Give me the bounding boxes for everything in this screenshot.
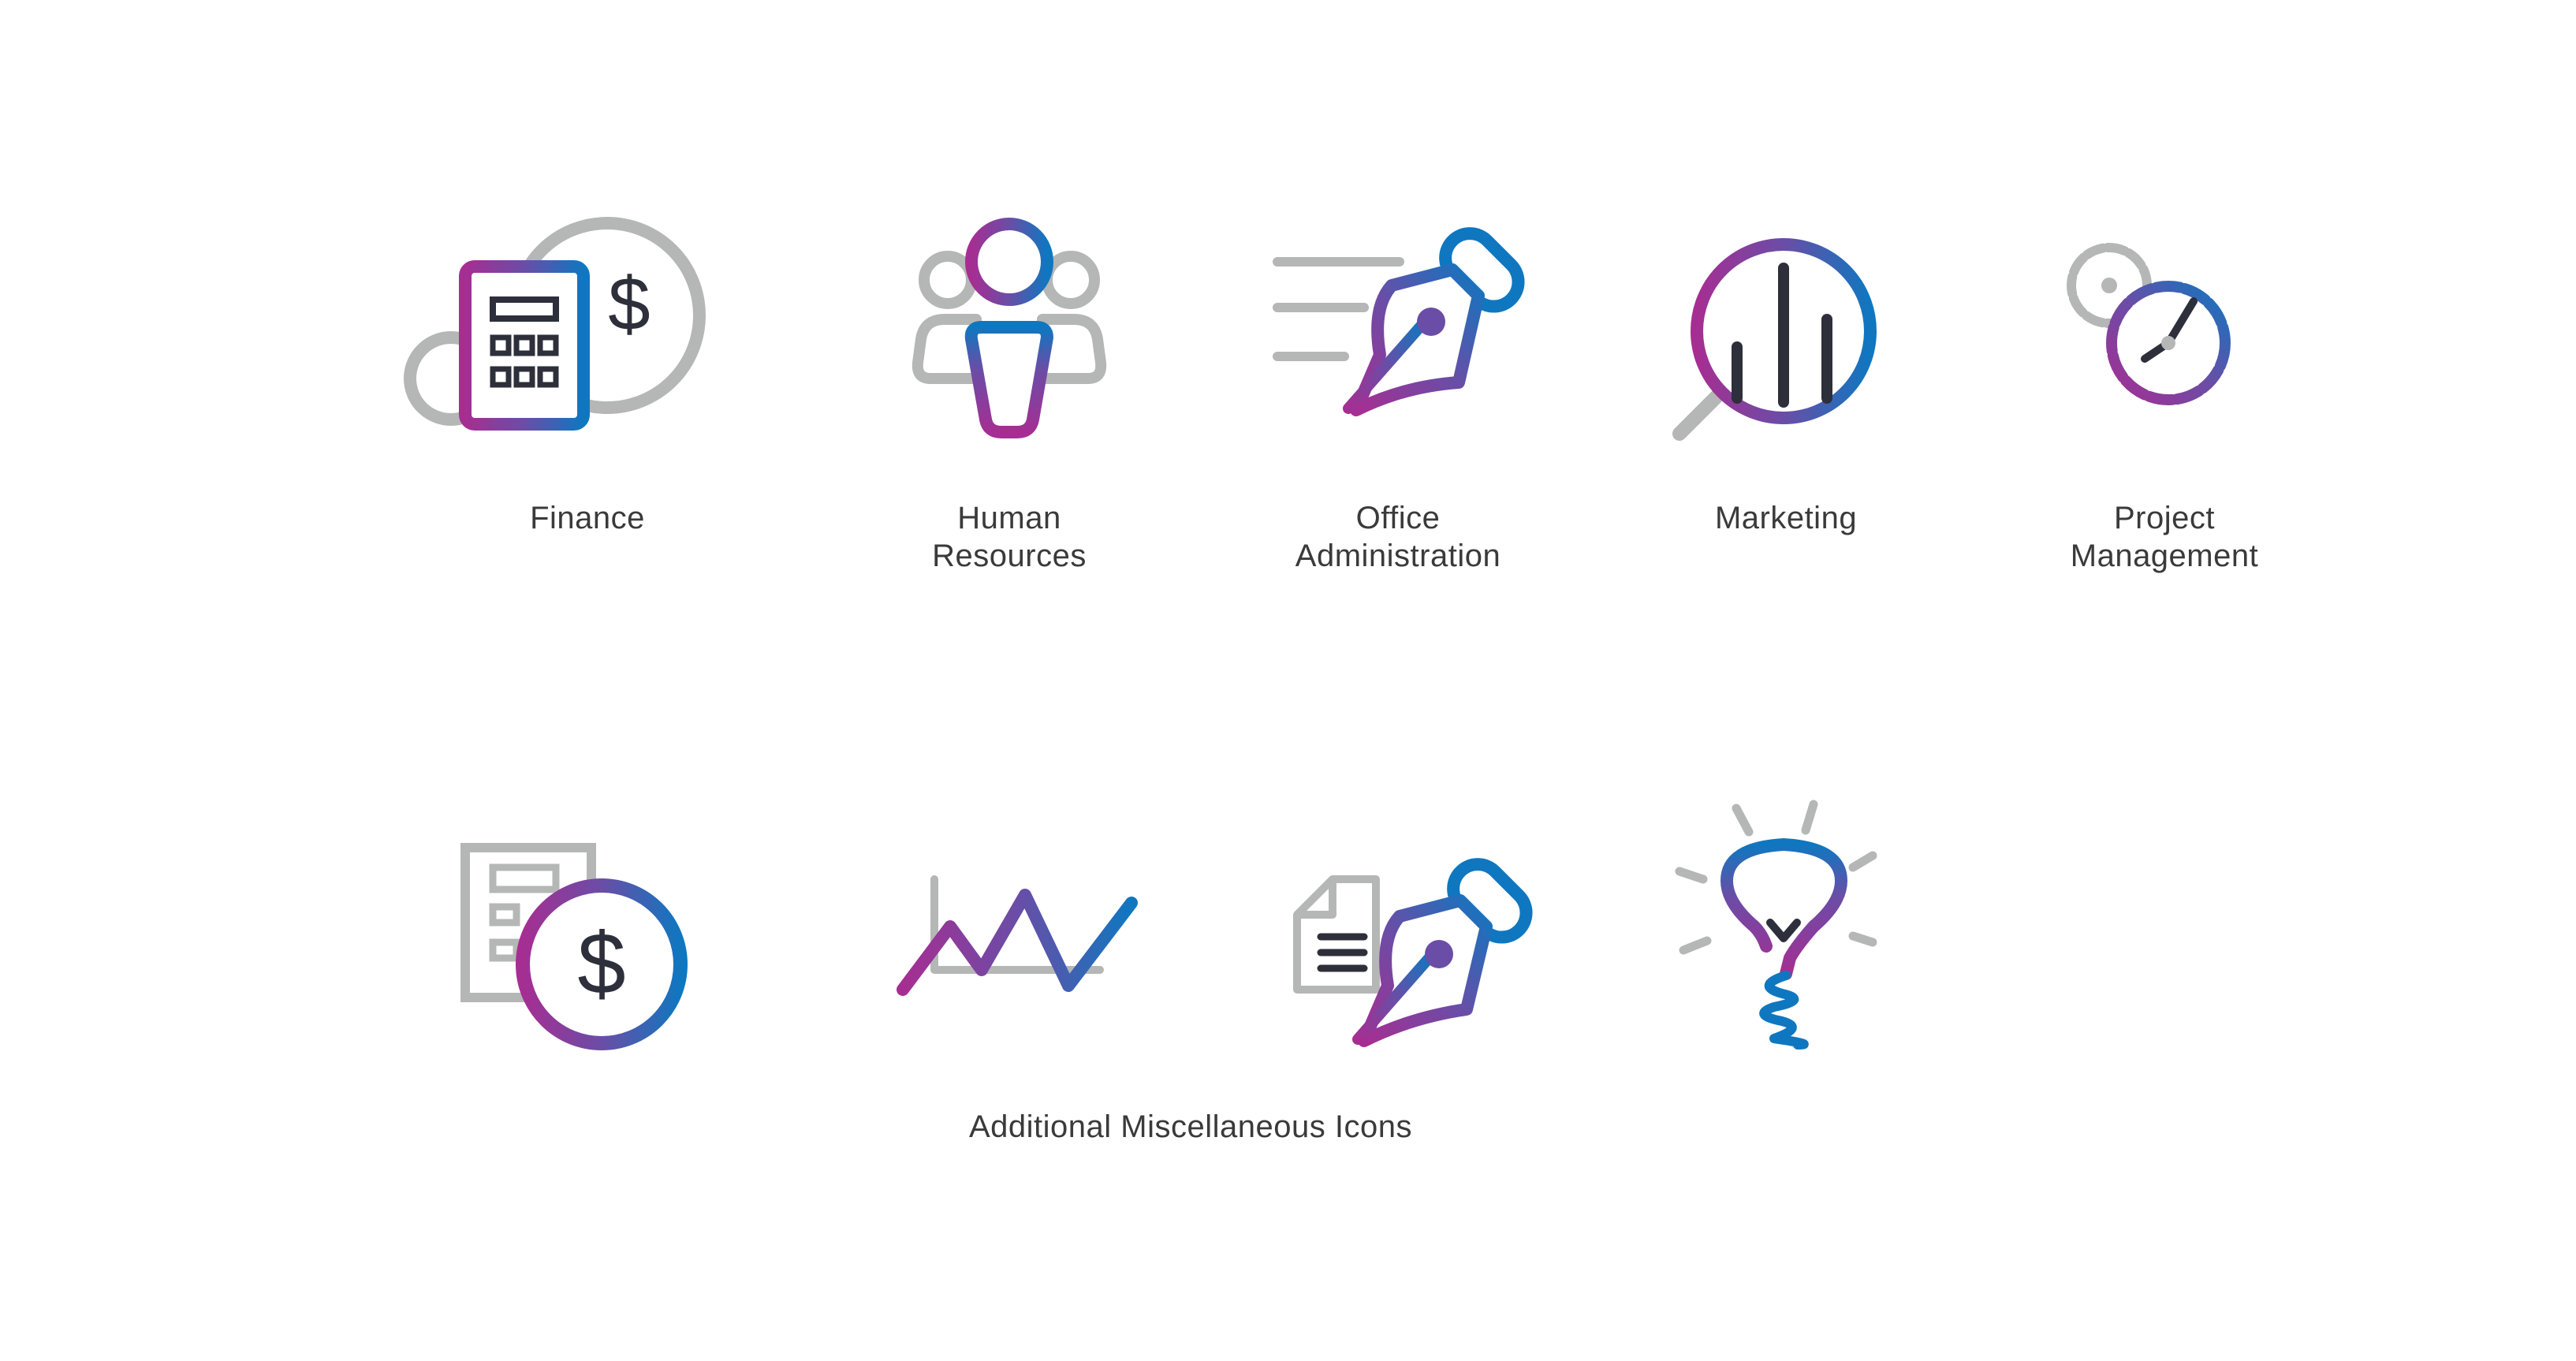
invoice-dollar-icon: $ [460,843,688,1050]
category-label-finance: Finance [530,501,645,535]
office-administration-icon [1273,227,1525,416]
finance-dollar-glyph: $ [608,262,650,346]
category-label-marketing: Marketing [1714,501,1858,535]
misc-section-title: Additional Miscellaneous Icons [969,1109,1412,1144]
lightbulb-icon [1675,800,1877,1050]
invoice-dollar-glyph: $ [577,915,625,1012]
document-pen-icon [1293,858,1533,1047]
category-label-human-resources: Human Resources [932,501,1087,573]
category-label-project-management: Project Management [2070,501,2259,573]
marketing-icon [1672,238,1877,441]
finance-icon: $ [404,217,706,431]
human-resources-icon [911,218,1107,438]
line-chart-icon [897,875,1138,996]
category-label-office-administration: Office Administration [1295,501,1501,573]
project-management-icon [2067,243,2231,405]
